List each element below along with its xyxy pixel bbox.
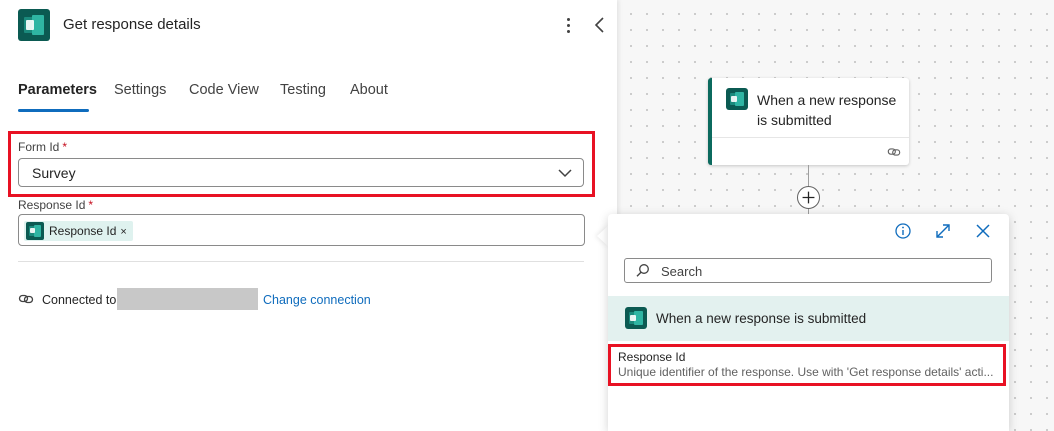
group-label: When a new response is submitted	[656, 311, 867, 326]
chevron-down-icon	[558, 169, 572, 178]
response-id-label: Response Id *	[18, 198, 93, 212]
form-id-value: Survey	[32, 165, 76, 181]
change-connection-link[interactable]: Change connection	[263, 293, 371, 307]
more-vertical-icon[interactable]	[560, 14, 576, 36]
active-tab-indicator	[18, 109, 89, 112]
response-id-token[interactable]: Response Id ×	[24, 221, 133, 241]
tab-settings[interactable]: Settings	[114, 82, 166, 98]
tab-about[interactable]: About	[350, 82, 388, 98]
dynamic-content-flyout: When a new response is submitted Respons…	[608, 214, 1009, 431]
item-name: Response Id	[618, 350, 686, 364]
form-id-label: Form Id *	[18, 140, 67, 154]
plus-icon[interactable]	[797, 186, 820, 209]
tab-code-view[interactable]: Code View	[189, 82, 259, 98]
info-icon[interactable]	[894, 222, 912, 240]
forms-app-icon	[18, 9, 50, 41]
token-remove-icon[interactable]: ×	[120, 226, 126, 238]
action-details-panel: Get response details Parameters Settings…	[0, 0, 617, 431]
card-divider	[712, 137, 909, 138]
divider	[18, 261, 584, 262]
token-label: Response Id	[49, 224, 117, 238]
panel-title: Get response details	[63, 16, 201, 33]
expand-icon[interactable]	[934, 222, 952, 240]
response-id-field[interactable]: Response Id ×	[18, 214, 585, 246]
tab-parameters[interactable]: Parameters	[18, 82, 97, 98]
item-description: Unique identifier of the response. Use w…	[618, 365, 994, 379]
redacted-connection-name	[117, 288, 258, 310]
trigger-card[interactable]: When a new response is submitted	[708, 78, 909, 165]
trigger-output-group[interactable]: When a new response is submitted	[608, 296, 1009, 341]
search-input[interactable]	[661, 262, 981, 280]
response-id-label-text: Response Id	[18, 198, 86, 212]
dynamic-content-item-response-id[interactable]: Response Id Unique identifier of the res…	[608, 344, 1009, 386]
forms-app-icon	[726, 88, 748, 110]
trigger-card-title: When a new response is submitted	[757, 92, 897, 128]
tab-testing[interactable]: Testing	[280, 82, 326, 98]
required-mark: *	[88, 198, 94, 212]
link-icon	[887, 148, 901, 156]
close-icon[interactable]	[974, 222, 992, 240]
forms-app-icon	[625, 307, 647, 329]
link-icon	[18, 294, 34, 304]
forms-app-icon	[26, 222, 44, 240]
required-mark: *	[62, 140, 68, 154]
form-id-label-text: Form Id	[18, 140, 60, 154]
search-icon	[636, 264, 649, 277]
chevron-left-icon[interactable]	[592, 14, 606, 36]
form-id-dropdown[interactable]: Survey	[18, 158, 584, 187]
flyout-search-box[interactable]	[624, 258, 992, 283]
connected-to-label: Connected to	[42, 293, 117, 307]
